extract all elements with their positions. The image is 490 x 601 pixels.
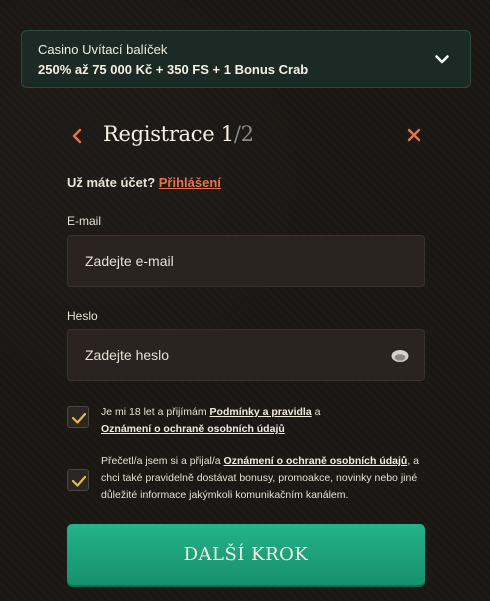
- next-step-button[interactable]: DALŠÍ KROK: [67, 524, 425, 585]
- login-link[interactable]: Přihlášení: [159, 175, 221, 190]
- marketing-consent-text: Přečetl/a jsem si a přijal/a Oznámení o …: [101, 453, 423, 504]
- close-icon[interactable]: [405, 126, 423, 144]
- checkmark-icon: [71, 412, 87, 424]
- password-field-wrapper: [67, 329, 425, 381]
- registration-header: Registrace 1/2: [67, 118, 425, 154]
- welcome-bonus-panel[interactable]: Casino Uvítací balíček 250% až 75 000 Kč…: [21, 30, 471, 88]
- privacy-link-2[interactable]: Oznámení o ochraně osobních údajů: [224, 455, 408, 467]
- bonus-title: Casino Uvítací balíček: [38, 42, 168, 57]
- login-prompt: Už máte účet? Přihlášení: [67, 175, 221, 190]
- email-field-wrapper: [67, 235, 425, 287]
- eye-icon[interactable]: [390, 346, 410, 366]
- password-field[interactable]: [68, 330, 424, 380]
- bonus-description: 250% až 75 000 Kč + 350 FS + 1 Bonus Cra…: [38, 62, 309, 77]
- step-current: 1: [220, 122, 234, 146]
- marketing-checkbox[interactable]: [67, 469, 89, 491]
- page-title: Registrace 1/2: [103, 122, 254, 146]
- terms-text-before: Je mi 18 let a přijímám: [101, 406, 210, 418]
- step-total: 2: [240, 122, 254, 146]
- terms-checkbox[interactable]: [67, 406, 89, 428]
- chevron-left-icon[interactable]: [67, 126, 87, 146]
- privacy-link[interactable]: Oznámení o ochraně osobních údajů: [101, 423, 285, 435]
- title-text: Registrace: [103, 122, 215, 146]
- marketing-text-before: Přečetl/a jsem si a přijal/a: [101, 455, 224, 467]
- email-field[interactable]: [68, 236, 424, 286]
- terms-consent-text: Je mi 18 let a přijímám Podmínky a pravi…: [101, 404, 421, 438]
- checkmark-icon: [71, 475, 87, 487]
- email-label: E-mail: [67, 214, 102, 228]
- step-separator: /: [233, 122, 241, 146]
- login-question: Už máte účet?: [67, 175, 156, 190]
- password-label: Heslo: [67, 309, 98, 323]
- chevron-down-icon[interactable]: [434, 51, 450, 67]
- terms-text-mid: a: [311, 406, 321, 418]
- terms-link[interactable]: Podmínky a pravidla: [210, 406, 312, 418]
